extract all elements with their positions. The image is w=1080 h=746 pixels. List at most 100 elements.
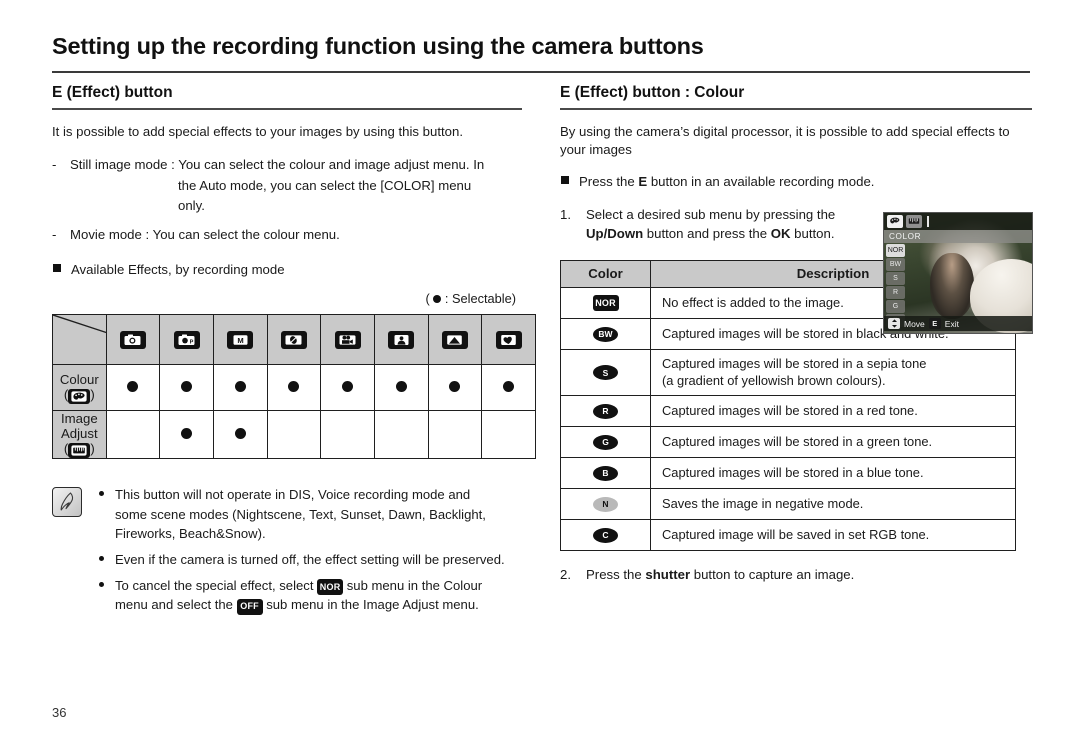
colour-icon-cell: C bbox=[560, 518, 651, 551]
note-line: To cancel the special effect, select bbox=[115, 577, 318, 593]
matrix-cell bbox=[481, 410, 536, 460]
square-bullet-icon bbox=[561, 175, 569, 184]
matrix-corner-cell bbox=[52, 314, 107, 366]
colour-nor-icon: NOR bbox=[592, 295, 619, 312]
e-button-key-icon: E bbox=[928, 318, 941, 329]
square-bullet-icon bbox=[53, 264, 61, 273]
colour-custom-icon: C bbox=[593, 527, 618, 543]
note-item: This button will not operate in DIS, Voi… bbox=[98, 485, 522, 542]
colour-green-icon: G bbox=[593, 434, 618, 450]
page-number: 36 bbox=[52, 705, 67, 720]
lcd-photo-groom bbox=[929, 252, 975, 319]
selectable-dot-icon bbox=[181, 381, 193, 393]
still-image-mode-label: Still image mode : bbox=[70, 157, 175, 173]
tab-cursor-icon bbox=[927, 216, 929, 227]
note-pen-icon bbox=[52, 487, 82, 518]
colour-icon-cell: S bbox=[560, 348, 651, 396]
colour-desc-cell: Captured images will be stored in a sepi… bbox=[650, 348, 1016, 396]
lcd-submenu-item-green[interactable]: G bbox=[886, 300, 905, 313]
matrix-cell bbox=[373, 364, 429, 412]
selectable-dot-icon bbox=[288, 381, 300, 393]
colour-icon-cell: B bbox=[560, 456, 651, 489]
matrix-cell bbox=[105, 410, 161, 460]
movie-mode-icon bbox=[334, 330, 361, 349]
matrix-cell bbox=[159, 410, 214, 460]
mode-header-macro bbox=[481, 314, 536, 366]
image-adjust-icon bbox=[68, 443, 91, 459]
note-line: Even if the camera is turned off, the ef… bbox=[115, 551, 505, 567]
selectable-dot-icon bbox=[234, 381, 246, 393]
selectable-dot-icon bbox=[181, 428, 193, 440]
lcd-submenu-item-sepia[interactable]: S bbox=[886, 272, 905, 285]
step-1-mid: button and press the bbox=[643, 226, 771, 242]
program-mode-icon: P bbox=[173, 330, 200, 349]
matrix-cell bbox=[320, 364, 375, 412]
mode-header-program: P bbox=[159, 314, 214, 366]
lcd-submenu-item-bw[interactable]: BW bbox=[886, 258, 905, 271]
lcd-submenu-item-nor[interactable]: NOR bbox=[886, 244, 905, 257]
lcd-move-label: Move bbox=[904, 318, 925, 329]
available-effects-matrix: P M Colour () Image Adjust () bbox=[52, 314, 536, 460]
image-adjust-row-label-close: ) bbox=[90, 441, 95, 457]
matrix-header-row: P M bbox=[52, 314, 536, 366]
matrix-cell bbox=[266, 410, 322, 460]
mode-header-movie bbox=[320, 314, 375, 366]
updown-arrow-icon bbox=[888, 318, 900, 329]
movie-mode-item: - Movie mode : You can select the colour… bbox=[52, 225, 522, 244]
ok-button-label: OK bbox=[770, 226, 791, 242]
table-row: N Saves the image in negative mode. bbox=[560, 487, 1016, 520]
mode-header-auto bbox=[105, 314, 161, 366]
note-line: sub menu in the Image Adjust menu. bbox=[262, 597, 479, 613]
matrix-row-image-adjust: Image Adjust () bbox=[52, 410, 536, 460]
matrix-row-colour: Colour () bbox=[52, 364, 536, 412]
colour-icon-cell: NOR bbox=[560, 286, 651, 319]
colour-palette-icon[interactable] bbox=[887, 215, 903, 228]
colour-table-header-color: Color bbox=[560, 259, 651, 288]
selectable-dot-icon bbox=[234, 428, 246, 440]
selectable-dot-icon bbox=[127, 381, 139, 393]
image-adjust-off-icon: OFF bbox=[236, 599, 263, 615]
desc-line: Captured images will be stored in a sepi… bbox=[662, 355, 927, 371]
svg-text:M: M bbox=[237, 336, 243, 345]
colour-icon-cell: BW bbox=[560, 317, 651, 350]
selectable-dot-icon bbox=[503, 381, 515, 393]
colour-bw-icon: BW bbox=[593, 326, 618, 342]
colour-blue-icon: B bbox=[593, 465, 618, 481]
image-adjust-icon[interactable] bbox=[906, 215, 922, 228]
desc-line: (a gradient of yellowish brown colours). bbox=[662, 373, 886, 389]
right-intro-line2: your images bbox=[560, 142, 632, 158]
colour-row-label-close: ) bbox=[90, 386, 95, 402]
mode-header-landscape bbox=[427, 314, 483, 366]
matrix-rowlabel-image-adjust: Image Adjust () bbox=[52, 410, 107, 460]
selectable-dot-icon bbox=[449, 381, 461, 393]
left-column: E (Effect) button It is possible to add … bbox=[52, 84, 536, 622]
round-bullet-icon bbox=[99, 581, 104, 587]
filled-dot-icon bbox=[433, 295, 442, 304]
legend-text: : Selectable) bbox=[444, 291, 516, 307]
lcd-hint-bar: Move E Exit bbox=[884, 316, 1032, 331]
movie-mode-label: Movie mode : bbox=[70, 227, 150, 243]
desc-line: Captured images will be stored in a blue… bbox=[662, 464, 924, 480]
mode-header-manual: M bbox=[212, 314, 268, 366]
mode-header-dis bbox=[266, 314, 322, 366]
colour-red-icon: R bbox=[593, 403, 618, 419]
matrix-rowlabel-colour: Colour () bbox=[52, 364, 107, 412]
matrix-cell bbox=[320, 410, 375, 460]
page-title: Setting up the recording function using … bbox=[52, 33, 704, 59]
available-effects-heading: Available Effects, by recording mode bbox=[52, 260, 522, 279]
dash-marker: - bbox=[52, 227, 57, 243]
note-items: This button will not operate in DIS, Voi… bbox=[98, 485, 522, 615]
dash-marker: - bbox=[52, 157, 57, 173]
press-e-pre: Press the bbox=[579, 173, 639, 189]
matrix-cell bbox=[212, 410, 268, 460]
right-intro-line1: By using the camera’s digital processor,… bbox=[560, 123, 1010, 139]
lcd-exit-label: Exit bbox=[944, 318, 959, 329]
step-2-post: button to capture an image. bbox=[690, 566, 855, 582]
colour-icon-cell: R bbox=[560, 394, 651, 427]
lcd-submenu-item-red[interactable]: R bbox=[886, 286, 905, 299]
step-1-line1: Select a desired sub menu by pressing th… bbox=[586, 207, 836, 223]
matrix-cell bbox=[373, 410, 429, 460]
step-2-pre: Press the bbox=[586, 566, 646, 582]
matrix-cell bbox=[427, 410, 483, 460]
selectable-dot-icon bbox=[342, 381, 354, 393]
